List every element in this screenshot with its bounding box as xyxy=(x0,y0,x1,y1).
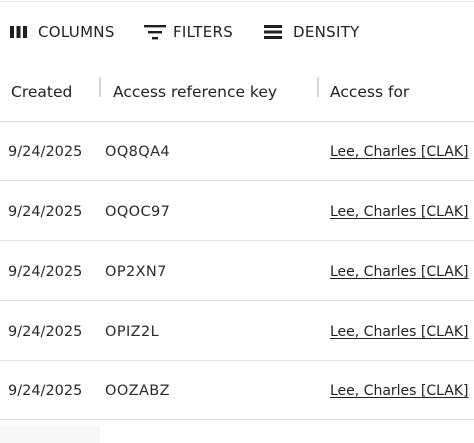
cell-created: 9/24/2025 xyxy=(8,143,83,160)
data-grid: COLUMNS FILTERS DENSITY Created Access r… xyxy=(0,0,474,443)
cell-access-reference-key: OPIZ2L xyxy=(105,323,160,340)
table-row[interactable]: 9/24/2025 OOZABZ Lee, Charles [CLAK] xyxy=(0,361,474,420)
view-column-icon xyxy=(9,23,29,41)
row-divider xyxy=(0,300,474,301)
filters-button[interactable]: FILTERS xyxy=(144,20,233,44)
cell-created: 9/24/2025 xyxy=(8,203,83,220)
column-resize-handle[interactable] xyxy=(99,77,101,97)
table-row[interactable]: 9/24/2025 OP2XN7 Lee, Charles [CLAK] xyxy=(0,242,474,301)
cell-created: 9/24/2025 xyxy=(8,263,83,280)
cell-created: 9/24/2025 xyxy=(8,382,83,399)
cell-access-reference-key: OQOC97 xyxy=(105,203,171,220)
cell-access-reference-key: OOZABZ xyxy=(105,382,170,399)
cell-access-reference-key: OQ8QA4 xyxy=(105,143,171,160)
row-divider xyxy=(0,419,474,420)
footer-strip xyxy=(0,426,100,443)
table-row[interactable]: 9/24/2025 OQOC97 Lee, Charles [CLAK] xyxy=(0,182,474,241)
column-resize-handle[interactable] xyxy=(317,77,319,97)
column-header-created[interactable]: Created xyxy=(11,62,72,122)
cell-created: 9/24/2025 xyxy=(8,323,83,340)
row-divider xyxy=(0,240,474,241)
cell-access-reference-key: OP2XN7 xyxy=(105,263,167,280)
access-for-link[interactable]: Lee, Charles [CLAK] xyxy=(330,361,469,420)
filters-label: FILTERS xyxy=(173,23,234,41)
column-header-access-reference-key[interactable]: Access reference key xyxy=(113,62,277,122)
access-for-link[interactable]: Lee, Charles [CLAK] xyxy=(330,122,469,181)
access-for-link[interactable]: Lee, Charles [CLAK] xyxy=(330,242,469,301)
density-label: DENSITY xyxy=(293,23,360,41)
density-button[interactable]: DENSITY xyxy=(264,20,360,44)
filter-list-icon xyxy=(144,23,166,41)
grid-toolbar: COLUMNS FILTERS DENSITY xyxy=(0,0,474,62)
columns-label: COLUMNS xyxy=(38,23,115,41)
access-for-link[interactable]: Lee, Charles [CLAK] xyxy=(330,302,469,361)
table-row[interactable]: 9/24/2025 OPIZ2L Lee, Charles [CLAK] xyxy=(0,302,474,361)
columns-button[interactable]: COLUMNS xyxy=(9,20,115,44)
column-header-row: Created Access reference key Access for xyxy=(0,62,474,122)
row-divider xyxy=(0,180,474,181)
table-rows-icon xyxy=(264,23,284,41)
access-for-link[interactable]: Lee, Charles [CLAK] xyxy=(330,182,469,241)
column-header-access-for[interactable]: Access for xyxy=(330,62,409,122)
table-row[interactable]: 9/24/2025 OQ8QA4 Lee, Charles [CLAK] xyxy=(0,122,474,181)
